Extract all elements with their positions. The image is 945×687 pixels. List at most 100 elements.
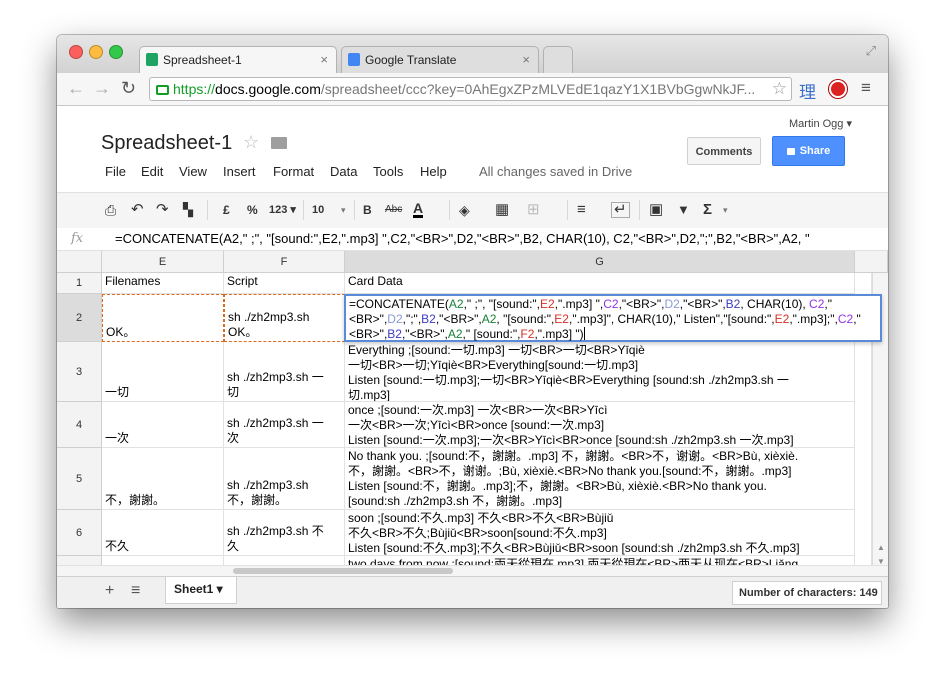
table-cell[interactable]: 一次 — [102, 402, 224, 448]
forward-button[interactable]: → — [93, 78, 111, 98]
menu-edit[interactable]: Edit — [141, 164, 163, 179]
table-cell[interactable]: 一切 — [102, 342, 224, 402]
wrap-text-icon[interactable]: ↵ — [611, 202, 630, 218]
add-sheet-button[interactable]: + — [105, 582, 114, 600]
tab-label: Google Translate — [365, 53, 457, 67]
header-cell-script[interactable]: Script — [224, 273, 345, 294]
chevron-down-icon[interactable]: ▾ — [341, 202, 346, 218]
row-header[interactable]: 4 — [57, 402, 102, 448]
row-header[interactable]: 2 — [57, 294, 102, 342]
text-color-button[interactable]: A — [413, 201, 424, 218]
cell-text: OK。 — [106, 325, 136, 339]
row-header[interactable]: 3 — [57, 342, 102, 402]
table-cell[interactable]: 不，謝謝。 — [102, 448, 224, 510]
chrome-menu-icon[interactable]: ≡ — [861, 78, 871, 98]
bold-button[interactable]: B — [363, 202, 372, 218]
scroll-up-icon[interactable]: ▲ — [877, 543, 885, 552]
formula-token: A2 — [448, 297, 464, 311]
close-tab-icon[interactable]: × — [320, 52, 328, 67]
paint-format-icon[interactable]: ▚ — [183, 202, 193, 218]
table-cell[interactable]: OK。 — [102, 294, 224, 342]
column-header-e[interactable]: E — [102, 251, 224, 273]
close-tab-icon[interactable]: × — [522, 52, 530, 67]
formula-token: B2 — [421, 312, 436, 326]
account-name[interactable]: Martin Ogg ▾ — [789, 117, 852, 130]
fullscreen-icon[interactable]: ⤢ — [866, 43, 876, 59]
font-size-dropdown[interactable]: 10 — [312, 202, 324, 218]
menu-data[interactable]: Data — [330, 164, 357, 179]
menu-insert[interactable]: Insert — [223, 164, 256, 179]
select-all-corner[interactable] — [57, 251, 102, 273]
redo-icon[interactable]: ↷ — [156, 202, 169, 218]
cell-editor[interactable]: =CONCATENATE(A2," ;", "[sound:",E2,".mp3… — [344, 294, 882, 342]
back-button[interactable]: ← — [67, 78, 85, 98]
table-cell[interactable]: No thank you. ;[sound:不，謝謝。.mp3] 不，謝謝。<B… — [345, 448, 855, 510]
table-cell[interactable]: once ;[sound:一次.mp3] 一次<BR>一次<BR>Yīcì 一次… — [345, 402, 855, 448]
header-cell-filenames[interactable]: Filenames — [102, 273, 224, 294]
new-tab-button[interactable] — [543, 46, 573, 73]
share-button[interactable]: Share — [772, 136, 845, 166]
formula-input[interactable]: =CONCATENATE(A2," ;", "[sound:",E2,".mp3… — [115, 231, 810, 246]
cell-text: sh ./zh2mp3.sh 不 — [227, 524, 324, 538]
formula-token: C2 — [809, 297, 825, 311]
borders-icon[interactable]: ▦ — [495, 202, 509, 218]
table-cell[interactable]: sh ./zh2mp3.sh 一 次 — [224, 402, 345, 448]
align-left-icon[interactable]: ≡ — [577, 202, 586, 218]
formula-token: [sound:", — [727, 312, 775, 326]
table-cell[interactable]: 不久 — [102, 510, 224, 556]
table-cell[interactable]: sh ./zh2mp3.sh OK。 — [224, 294, 345, 342]
column-header-g[interactable]: G — [345, 251, 855, 273]
menu-file[interactable]: File — [105, 164, 126, 179]
functions-icon[interactable]: Σ — [703, 202, 712, 218]
insert-chart-icon[interactable]: ▣ — [649, 202, 663, 218]
folder-icon[interactable] — [271, 137, 287, 149]
formula-token: ,".mp3];", — [789, 312, 838, 326]
translate-favicon-icon — [348, 53, 360, 66]
strikethrough-button[interactable]: Abc — [385, 202, 402, 218]
close-window-button[interactable] — [69, 45, 83, 59]
formula-token: ,".mp3] ") — [534, 327, 584, 341]
merge-cells-icon[interactable]: ⊞ — [527, 202, 540, 218]
table-cell[interactable]: Everything ;[sound:一切.mp3] 一切<BR>一切<BR>Y… — [345, 342, 855, 402]
table-cell[interactable]: sh ./zh2mp3.sh 不，謝謝。 — [224, 448, 345, 510]
column-header-f[interactable]: F — [224, 251, 345, 273]
reload-button[interactable]: ↻ — [121, 78, 136, 98]
undo-icon[interactable]: ↶ — [131, 202, 144, 218]
cell-text: sh ./zh2mp3.sh 一 — [227, 416, 324, 430]
row-header[interactable]: 5 — [57, 448, 102, 510]
comments-button[interactable]: Comments — [687, 137, 761, 165]
star-icon[interactable]: ☆ — [243, 132, 259, 153]
table-cell[interactable]: sh ./zh2mp3.sh 一 切 — [224, 342, 345, 402]
sheet-tab-sheet1[interactable]: Sheet1 ▾ — [165, 577, 237, 604]
adblock-extension-icon[interactable] — [829, 80, 847, 98]
extension-dictionary-icon[interactable]: 理 — [799, 78, 816, 103]
horizontal-scroll-thumb[interactable] — [233, 568, 453, 574]
more-formats-dropdown[interactable]: 123 ▾ — [269, 202, 296, 218]
star-bookmark-icon[interactable]: ☆ — [772, 78, 787, 100]
menu-view[interactable]: View — [179, 164, 207, 179]
docs-header: Spreadsheet-1 ☆ Martin Ogg ▾ File Edit V… — [57, 106, 888, 191]
fill-color-icon[interactable]: ◈ — [459, 202, 470, 218]
row-header[interactable]: 6 — [57, 510, 102, 556]
header-cell-card-data[interactable]: Card Data — [345, 273, 855, 294]
column-header-next[interactable] — [855, 251, 888, 273]
table-cell[interactable]: sh ./zh2mp3.sh 不 久 — [224, 510, 345, 556]
address-bar[interactable]: https://docs.google.com/spreadsheet/ccc?… — [149, 77, 792, 101]
row-header[interactable]: 1 — [57, 273, 102, 294]
zoom-window-button[interactable] — [109, 45, 123, 59]
tab-google-translate[interactable]: Google Translate × — [341, 46, 539, 73]
print-icon[interactable]: ⎙ — [105, 202, 116, 218]
tab-label: Spreadsheet-1 — [163, 53, 242, 67]
chevron-down-icon[interactable]: ▾ — [723, 202, 728, 218]
menu-help[interactable]: Help — [420, 164, 447, 179]
menu-tools[interactable]: Tools — [373, 164, 403, 179]
document-title[interactable]: Spreadsheet-1 — [101, 132, 232, 155]
currency-format-button[interactable]: £ — [223, 202, 230, 218]
minimize-window-button[interactable] — [89, 45, 103, 59]
tab-spreadsheet[interactable]: Spreadsheet-1 × — [139, 46, 337, 73]
percent-format-button[interactable]: % — [247, 202, 258, 218]
menu-format[interactable]: Format — [273, 164, 314, 179]
sheet-list-button[interactable]: ≡ — [131, 582, 140, 600]
table-cell[interactable]: soon ;[sound:不久.mp3] 不久<BR>不久<BR>Bùjiǔ 不… — [345, 510, 855, 556]
filter-icon[interactable]: ▼ — [677, 202, 690, 218]
